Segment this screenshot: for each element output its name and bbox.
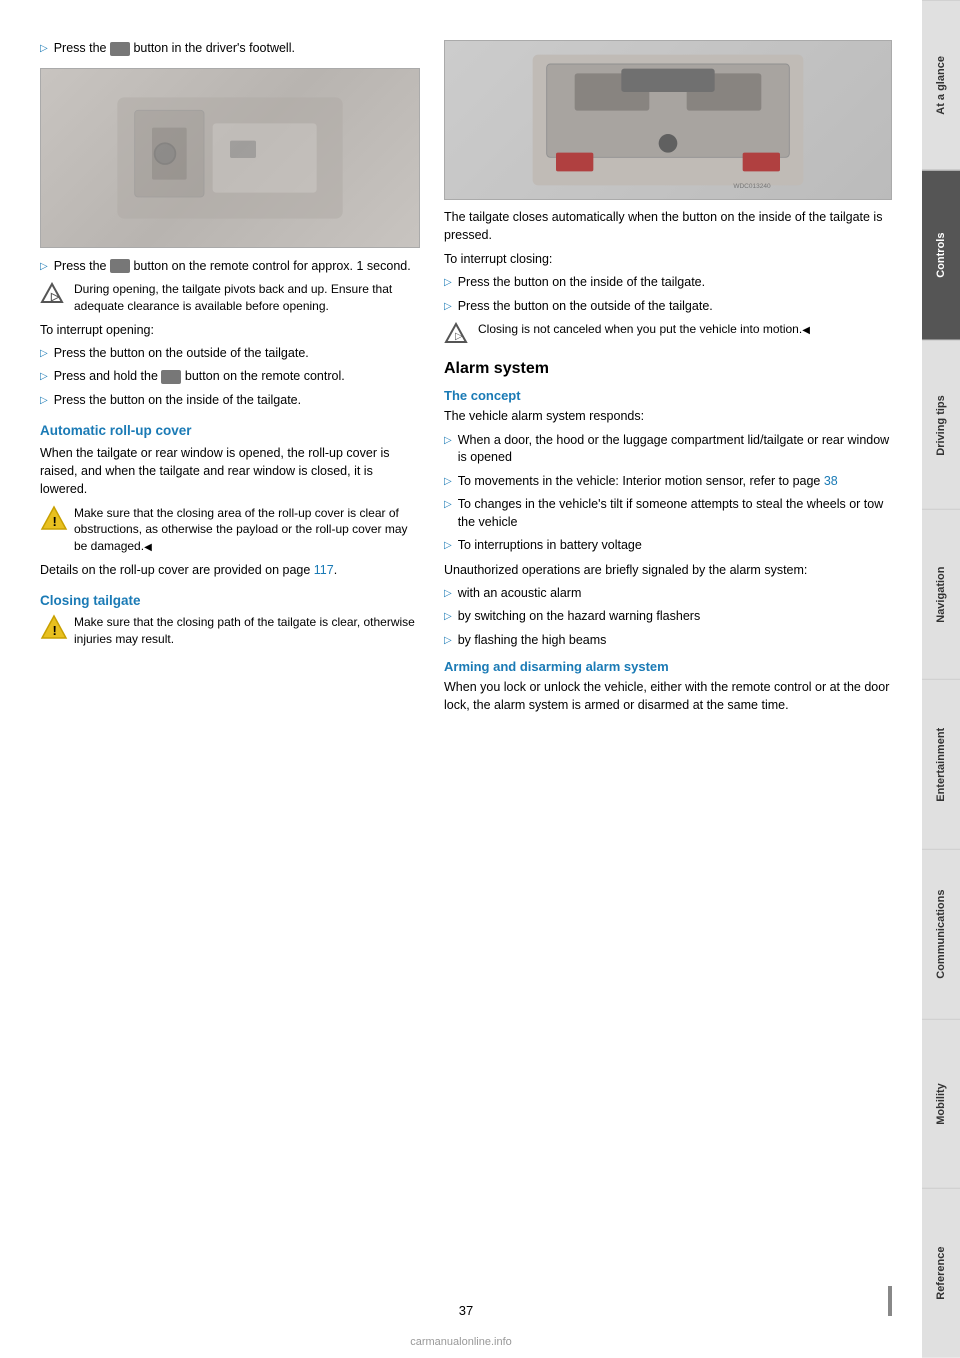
caution-rollup: ! Make sure that the closing area of the…: [40, 505, 420, 556]
svg-text:▷: ▷: [455, 331, 463, 342]
alarm-bullet-text-1: When a door, the hood or the luggage com…: [458, 432, 892, 467]
unauth-bullet-text-3: by flashing the high beams: [458, 632, 607, 650]
interrupt-bullet-text-2: Press and hold the button on the remote …: [54, 368, 345, 386]
bullet-press-remote: ▷ Press the button on the remote control…: [40, 258, 420, 276]
arrow-icon-14: ▷: [444, 634, 452, 648]
interrupt-close-bullet-1: ▷ Press the button on the inside of the …: [444, 274, 892, 292]
interrupt-close-text-1: Press the button on the inside of the ta…: [458, 274, 705, 292]
alarm-bullet-text-3: To changes in the vehicle's tilt if some…: [458, 496, 892, 531]
arrow-icon-13: ▷: [444, 610, 452, 624]
left-column: ▷ Press the button in the driver's footw…: [40, 40, 420, 1253]
svg-text:!: !: [53, 623, 57, 638]
page-number-bar: 37: [40, 1283, 892, 1318]
automatic-rollup-heading: Automatic roll-up cover: [40, 423, 420, 438]
arrow-icon-12: ▷: [444, 587, 452, 601]
tailgate-svg: WDC013240: [528, 50, 808, 190]
caution-closing-text: Make sure that the closing path of the t…: [74, 614, 420, 648]
interrupt-close-text-2: Press the button on the outside of the t…: [458, 298, 713, 316]
arrow-icon-9: ▷: [444, 475, 452, 489]
closing-tailgate-heading: Closing tailgate: [40, 593, 420, 608]
sidebar-tab-mobility[interactable]: Mobility: [922, 1019, 960, 1189]
tailgate-image: WDC013240: [444, 40, 892, 200]
note-opening: ▷ During opening, the tailgate pivots ba…: [40, 281, 420, 315]
page-ref-117: 117: [314, 563, 334, 577]
bullet-text-footwell: Press the button in the driver's footwel…: [54, 40, 295, 58]
watermark: carmanualonline.info: [0, 1336, 922, 1348]
arrow-icon-11: ▷: [444, 539, 452, 553]
sidebar-tab-driving-tips[interactable]: Driving tips: [922, 340, 960, 510]
caution-closing: ! Make sure that the closing path of the…: [40, 614, 420, 648]
svg-text:▷: ▷: [50, 291, 60, 303]
unauth-bullet-2: ▷ by switching on the hazard warning fla…: [444, 608, 892, 626]
info-icon-2: ▷: [444, 322, 472, 344]
closing-note-text: Closing is not canceled when you put the…: [478, 321, 810, 338]
page-number: 37: [459, 1303, 473, 1318]
page-container: ▷ Press the button in the driver's footw…: [0, 0, 960, 1358]
interrupt-close-bullet-2: ▷ Press the button on the outside of the…: [444, 298, 892, 316]
sidebar-tab-controls[interactable]: Controls: [922, 170, 960, 340]
arrow-icon-1: ▷: [40, 42, 48, 56]
door-svg: [100, 88, 360, 228]
tailgate-closes-note: The tailgate closes automatically when t…: [444, 208, 892, 244]
unauth-bullet-3: ▷ by flashing the high beams: [444, 632, 892, 650]
alarm-bullet-text-4: To interruptions in battery voltage: [458, 537, 642, 555]
arrow-icon-5: ▷: [40, 394, 48, 408]
caution-icon-rollup: !: [40, 505, 68, 534]
arrow-icon-4: ▷: [40, 370, 48, 384]
unauth-bullet-text-2: by switching on the hazard warning flash…: [458, 608, 701, 626]
alarm-system-heading: Alarm system: [444, 360, 892, 378]
info-icon: ▷: [40, 282, 68, 304]
caution-icon-closing: !: [40, 614, 68, 643]
unauth-bullet-1: ▷ with an acoustic alarm: [444, 585, 892, 603]
rollup-details: Details on the roll-up cover are provide…: [40, 561, 420, 579]
alarm-concept-intro: The vehicle alarm system responds:: [444, 407, 892, 425]
arming-disarming-para: When you lock or unlock the vehicle, eit…: [444, 678, 892, 714]
bullet-text-remote: Press the button on the remote control f…: [54, 258, 411, 276]
page-ref-38: 38: [824, 474, 838, 488]
arrow-icon-6: ▷: [444, 276, 452, 290]
arrow-icon-7: ▷: [444, 300, 452, 314]
interrupt-closing-heading: To interrupt closing:: [444, 250, 892, 268]
alarm-bullet-2: ▷ To movements in the vehicle: Interior …: [444, 473, 892, 491]
arrow-icon-8: ▷: [444, 434, 452, 448]
caution-rollup-text: Make sure that the closing area of the r…: [74, 505, 420, 556]
alarm-concept-heading: The concept: [444, 388, 892, 403]
sidebar-tab-navigation[interactable]: Navigation: [922, 509, 960, 679]
unauthorized-intro: Unauthorized operations are briefly sign…: [444, 561, 892, 579]
interrupt-bullet-1: ▷ Press the button on the outside of the…: [40, 345, 420, 363]
right-column: WDC013240 The tailgate closes automatica…: [444, 40, 892, 1253]
svg-text:!: !: [53, 514, 57, 529]
arrow-icon-3: ▷: [40, 347, 48, 361]
arrow-icon-2: ▷: [40, 260, 48, 274]
unauth-bullet-text-1: with an acoustic alarm: [458, 585, 582, 603]
alarm-bullet-1: ▷ When a door, the hood or the luggage c…: [444, 432, 892, 467]
sidebar-tab-entertainment[interactable]: Entertainment: [922, 679, 960, 849]
note-opening-text: During opening, the tailgate pivots back…: [74, 281, 420, 315]
interrupt-bullet-text-3: Press the button on the inside of the ta…: [54, 392, 301, 410]
arming-disarming-heading: Arming and disarming alarm system: [444, 659, 892, 674]
page-num-line: [888, 1286, 892, 1316]
sidebar-tabs: At a glance Controls Driving tips Naviga…: [922, 0, 960, 1358]
bullet-press-footwell: ▷ Press the button in the driver's footw…: [40, 40, 420, 58]
sidebar-tab-communications[interactable]: Communications: [922, 849, 960, 1019]
sidebar-tab-reference[interactable]: Reference: [922, 1188, 960, 1358]
automatic-rollup-para: When the tailgate or rear window is open…: [40, 444, 420, 498]
interrupt-bullet-3: ▷ Press the button on the inside of the …: [40, 392, 420, 410]
sidebar-tab-at-a-glance[interactable]: At a glance: [922, 0, 960, 170]
alarm-bullet-text-2: To movements in the vehicle: Interior mo…: [458, 473, 838, 491]
svg-text:WDC013240: WDC013240: [733, 183, 771, 190]
main-content: ▷ Press the button in the driver's footw…: [0, 0, 922, 1358]
alarm-bullet-3: ▷ To changes in the vehicle's tilt if so…: [444, 496, 892, 531]
two-column-layout: ▷ Press the button in the driver's footw…: [40, 40, 892, 1253]
left-door-image: [40, 68, 420, 248]
interrupt-bullet-text-1: Press the button on the outside of the t…: [54, 345, 309, 363]
closing-note-box: ▷ Closing is not canceled when you put t…: [444, 321, 892, 344]
interrupt-opening-heading: To interrupt opening:: [40, 321, 420, 339]
interrupt-bullet-2: ▷ Press and hold the button on the remot…: [40, 368, 420, 386]
alarm-bullet-4: ▷ To interruptions in battery voltage: [444, 537, 892, 555]
arrow-icon-10: ▷: [444, 498, 452, 512]
